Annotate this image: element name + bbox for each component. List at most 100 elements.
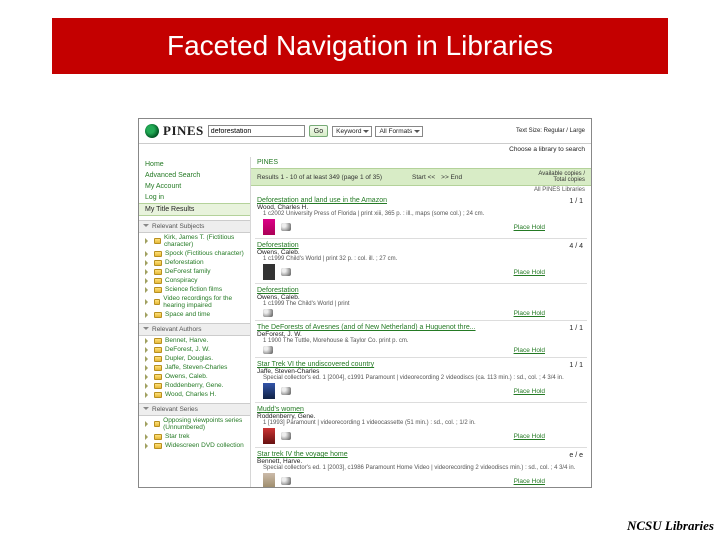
nav-home[interactable]: Home [139,159,250,170]
place-hold-link[interactable]: Place Hold [514,347,545,354]
search-input[interactable] [208,125,305,137]
result-title-link[interactable]: Deforestation and land use in the Amazon [257,197,585,204]
page-end-link[interactable]: >> End [441,174,462,181]
cover-thumbnail [263,264,275,280]
result-record: 1 / 1Star Trek VI the undiscovered count… [255,358,587,403]
result-title-link[interactable]: The DeForests of Avesnes (and of New Net… [257,324,585,331]
slide-footer: NCSU Libraries [627,518,714,534]
format-icon [281,223,291,231]
expand-icon[interactable] [145,251,151,257]
facet-subject: Video recordings for the hearing impaire… [139,294,250,310]
folder-icon [154,287,162,293]
format-select[interactable]: All Formats [375,126,423,137]
nav-login[interactable]: Log in [139,192,250,203]
folder-icon [154,238,161,244]
expand-icon[interactable] [145,392,151,398]
expand-icon[interactable] [145,278,151,284]
pines-logo-icon [145,124,159,138]
slide-title-band: Faceted Navigation in Libraries [52,18,668,74]
facet-series: Widescreen DVD collection [139,441,250,450]
text-size-toggle[interactable]: Text Size: Regular / Large [516,128,585,134]
place-hold-link[interactable]: Place Hold [514,310,545,317]
result-author: Wood, Charles H. [257,204,585,211]
expand-icon[interactable] [145,443,151,449]
facet-subject: Science fiction films [139,285,250,294]
results-list: 1 / 1Deforestation and land use in the A… [251,194,591,487]
sidebar: Home Advanced Search My Account Log in M… [139,157,251,487]
nav-my-account[interactable]: My Account [139,181,250,192]
format-icon [263,346,273,354]
result-author: Owens, Caleb. [257,249,585,256]
expand-icon[interactable] [145,347,151,353]
facet-subject: Conspiracy [139,276,250,285]
expand-icon[interactable] [145,312,151,318]
search-field-select[interactable]: Keyword [332,126,372,137]
facet-series-head[interactable]: Relevant Series [139,403,250,416]
breadcrumb[interactable]: PINES [251,157,591,168]
expand-icon[interactable] [145,338,151,344]
expand-icon[interactable] [145,260,151,266]
result-title-link[interactable]: Deforestation [257,242,585,249]
folder-icon [154,383,162,389]
nav-advanced-search[interactable]: Advanced Search [139,170,250,181]
catalog-screenshot: PINES Go Keyword All Formats Text Size: … [138,118,592,488]
result-publication: Special collector's ed. 1 [2003], c1986 … [257,465,585,471]
results-count: Results 1 - 10 of at least 349 (page 1 o… [257,174,382,181]
folder-icon [154,392,162,398]
place-hold-link[interactable]: Place Hold [514,433,545,440]
expand-icon[interactable] [145,365,151,371]
header-bar-2: Choose a library to search [139,144,591,157]
folder-icon [154,312,162,318]
expand-icon[interactable] [145,383,151,389]
result-record: 4 / 4DeforestationOwens, Caleb.1 c1999 C… [255,239,587,284]
result-record: e / eStar trek IV the voyage homeBennett… [255,448,587,487]
result-publication: 1 c2002 University Press of Florida | pr… [257,211,585,217]
folder-icon [154,299,160,305]
page-start-link[interactable]: Start << [412,174,435,181]
result-author: Bennett, Harve. [257,458,585,465]
cover-thumbnail [263,219,275,235]
folder-icon [154,260,162,266]
place-hold-link[interactable]: Place Hold [514,224,545,231]
expand-icon[interactable] [145,374,151,380]
result-publication: 1 1900 The Tuttle, Morehouse & Taylor Co… [257,338,585,344]
facet-author: Roddenberry, Gene. [139,381,250,390]
format-icon [281,387,291,395]
folder-icon [154,421,160,427]
facet-author: Dupler, Douglas. [139,354,250,363]
result-author: DeForest, J. W. [257,331,585,338]
expand-icon[interactable] [145,299,151,305]
result-record: 1 / 1The DeForests of Avesnes (and of Ne… [255,321,587,358]
expand-icon[interactable] [145,287,151,293]
facet-series: Star trek [139,432,250,441]
expand-icon[interactable] [145,421,151,427]
nav-my-title-results[interactable]: My Title Results [139,203,250,216]
expand-icon[interactable] [145,238,151,244]
choose-library-label: Choose a library to search [509,146,585,153]
scope-label: All PINES Libraries [251,186,591,194]
slide-title: Faceted Navigation in Libraries [167,30,553,62]
expand-icon[interactable] [145,356,151,362]
result-title-link[interactable]: Mudd's women [257,406,585,413]
folder-icon [154,365,162,371]
place-hold-link[interactable]: Place Hold [514,388,545,395]
facet-subjects-head[interactable]: Relevant Subjects [139,220,250,233]
format-icon [281,432,291,440]
expand-icon[interactable] [145,269,151,275]
availability-count: e / e [569,452,583,459]
expand-icon[interactable] [145,434,151,440]
result-author: Jaffe, Steven-Charles [257,368,585,375]
facet-authors-head[interactable]: Relevant Authors [139,323,250,336]
result-title-link[interactable]: Star trek IV the voyage home [257,451,585,458]
place-hold-link[interactable]: Place Hold [514,269,545,276]
brand-name: PINES [163,123,204,139]
result-publication: 1 c1999 The Child's World | print [257,301,585,307]
availability-count: 1 / 1 [569,198,583,205]
go-button[interactable]: Go [309,125,328,137]
facet-subject: Kirk, James T. (Fictitious character) [139,233,250,249]
result-publication: Special collector's ed. 1 [2004], c1991 … [257,375,585,381]
place-hold-link[interactable]: Place Hold [514,478,545,485]
result-title-link[interactable]: Deforestation [257,287,585,294]
result-title-link[interactable]: Star Trek VI the undiscovered country [257,361,585,368]
facet-author: Wood, Charles H. [139,390,250,399]
